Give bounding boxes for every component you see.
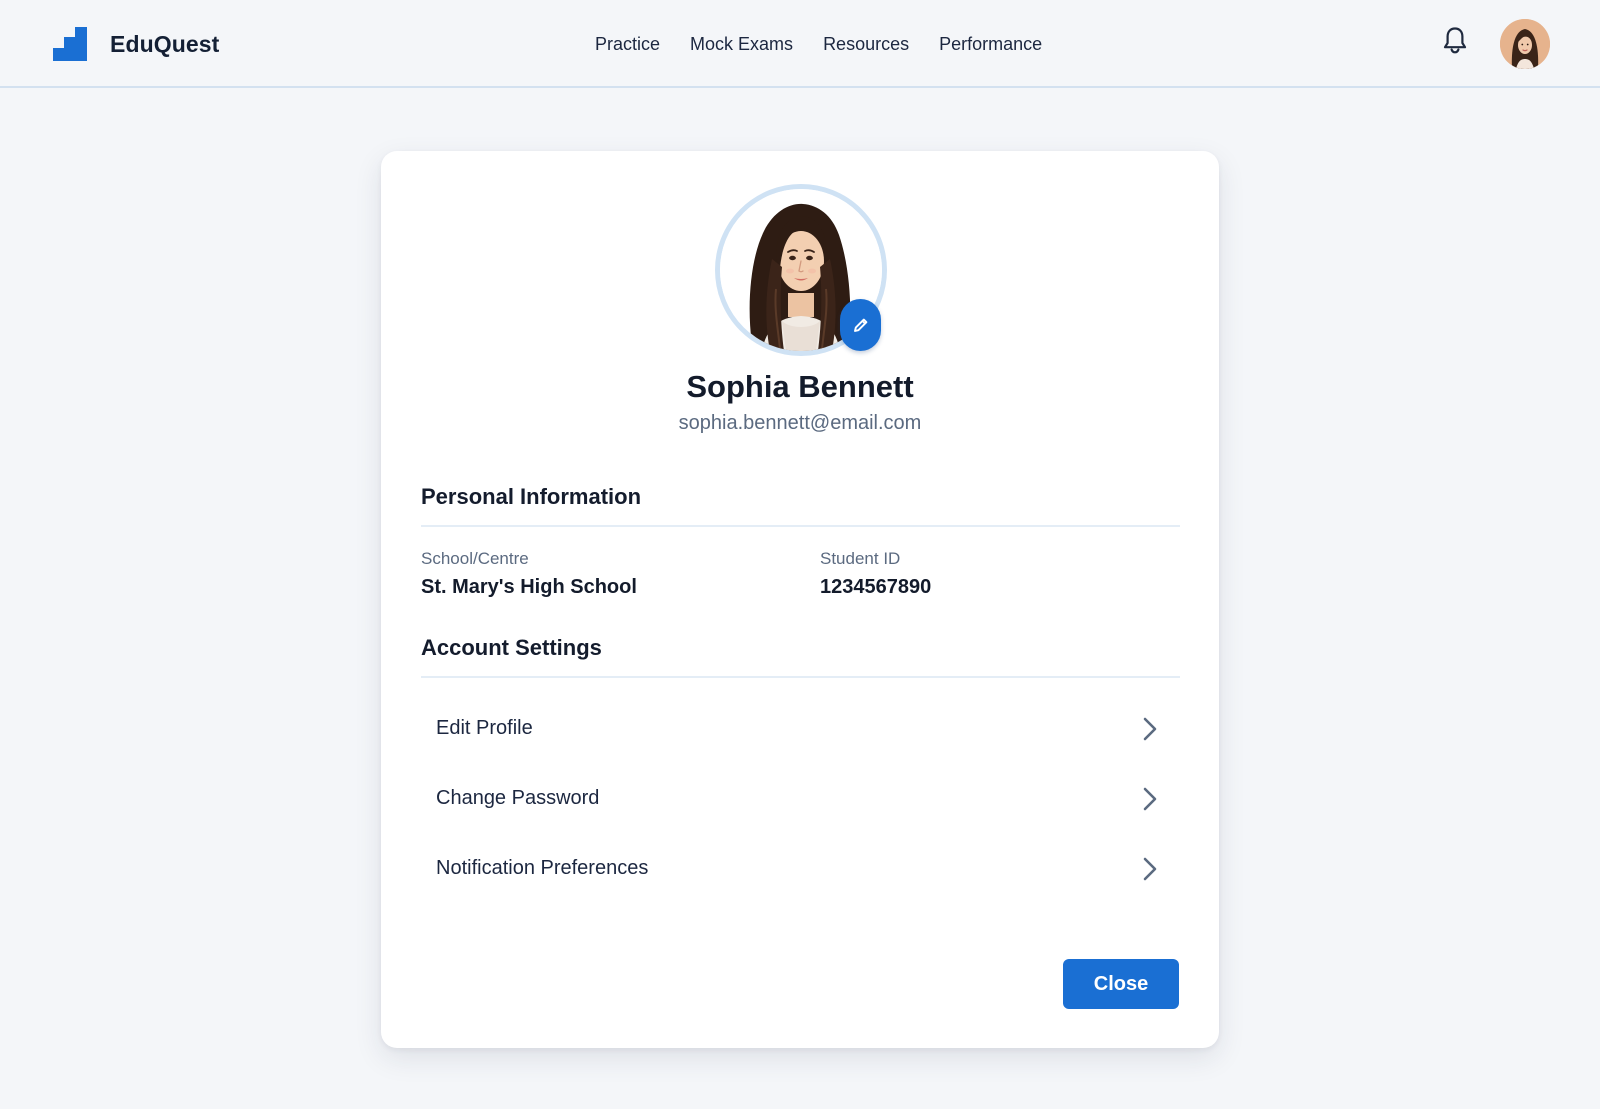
profile-name: Sophia Bennett (686, 369, 914, 404)
school-label: School/Centre (421, 549, 529, 568)
nav-item-performance[interactable]: Performance (939, 34, 1042, 55)
personal-information-heading: Personal Information (421, 484, 642, 509)
header-avatar[interactable] (1500, 19, 1550, 69)
bell-icon[interactable] (1442, 26, 1468, 54)
chevron-right-icon (1143, 717, 1157, 741)
main-nav: Practice Mock Exams Resources Performanc… (595, 30, 1042, 58)
section-divider (421, 676, 1180, 678)
profile-card: Sophia Bennett sophia.bennett@email.com … (381, 151, 1219, 1048)
brand-name: EduQuest (110, 30, 220, 57)
close-button[interactable]: Close (1063, 959, 1179, 1009)
account-settings-heading: Account Settings (421, 635, 602, 660)
settings-item-label: Edit Profile (436, 716, 533, 739)
nav-item-resources[interactable]: Resources (823, 34, 909, 55)
nav-item-practice[interactable]: Practice (595, 34, 660, 55)
school-value: St. Mary's High School (421, 576, 637, 598)
settings-item-notification-preferences[interactable]: Notification Preferences (421, 840, 1180, 896)
edit-photo-button[interactable] (840, 299, 881, 351)
student-id-value: 1234567890 (820, 576, 932, 598)
settings-item-label: Change Password (436, 786, 600, 809)
section-divider (421, 525, 1180, 527)
settings-item-edit-profile[interactable]: Edit Profile (421, 700, 1180, 756)
pencil-icon (853, 318, 867, 332)
top-navigation-bar: EduQuest Practice Mock Exams Resources P… (0, 0, 1600, 88)
settings-item-label: Notification Preferences (436, 856, 649, 879)
chevron-right-icon (1143, 857, 1157, 881)
nav-item-mock-exams[interactable]: Mock Exams (690, 34, 793, 55)
settings-item-change-password[interactable]: Change Password (421, 770, 1180, 826)
staircase-logo-icon (53, 27, 87, 61)
profile-photo (715, 184, 887, 356)
profile-email: sophia.bennett@email.com (678, 412, 922, 434)
user-avatar (1500, 19, 1550, 69)
student-id-label: Student ID (820, 549, 901, 568)
brand[interactable]: EduQuest (53, 26, 219, 62)
chevron-right-icon (1143, 787, 1157, 811)
